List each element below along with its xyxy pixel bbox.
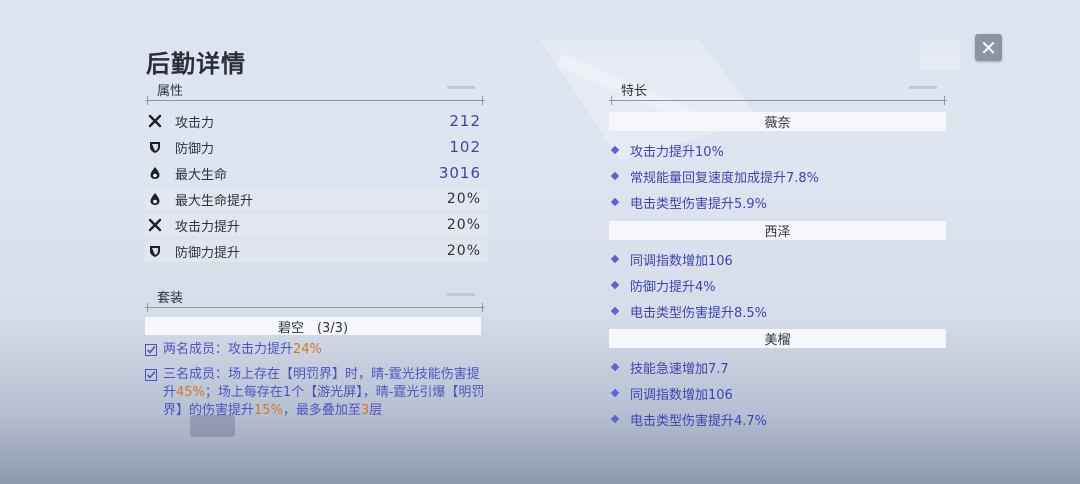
diamond-bullet-icon [610,414,620,424]
attribute-value: 20% [446,191,481,207]
diamond-bullet-icon [610,145,620,155]
set-bonus-three-piece: 三名成员：场上存在【明罚界】时，晴-霆光技能伤害提升45%；场上每存在1个【游光… [145,366,490,420]
attribute-row: 防御力提升 20% [145,240,487,262]
set-name-bar: 碧空 (3/3) [145,317,481,336]
attribute-name: 防御力 [175,141,215,157]
attribute-name: 最大生命 [175,167,228,183]
specialty-item: 攻击力提升10% [609,141,724,160]
attribute-name: 最大生命提升 [175,193,254,209]
specialty-text: 同调指数增加106 [630,387,733,403]
specialty-item: 电击类型伤害提升4.7% [609,410,768,429]
attribute-row: 攻击力 212 [145,110,487,132]
diamond-bullet-icon [610,306,620,316]
specialty-text: 电击类型伤害提升5.9% [630,196,768,212]
specialties-section-header: 特长 [609,82,947,105]
set-header-label: 套装 [157,291,184,306]
diamond-bullet-icon [610,171,620,181]
attribute-value: 212 [449,112,481,130]
specialty-text: 同调指数增加106 [630,253,733,269]
attribute-name: 防御力提升 [175,245,241,261]
specialty-text: 电击类型伤害提升4.7% [630,413,768,429]
checkbox-checked-icon [145,369,157,381]
droplet-icon [146,190,164,208]
specialty-text: 常规能量回复速度加成提升7.8% [630,170,820,186]
attribute-value: 3016 [438,164,481,182]
attribute-value: 20% [446,243,481,259]
character-name-bar: 薇奈 [609,112,946,131]
attribute-name: 攻击力 [175,115,215,131]
close-icon: ✕ [980,35,997,60]
specialty-item: 常规能量回复速度加成提升7.8% [609,167,820,186]
attribute-value: 20% [446,217,481,233]
specialty-text: 攻击力提升10% [630,144,724,160]
diamond-bullet-icon [610,362,620,372]
specialty-text: 技能急速增加7.7 [630,361,729,377]
specialty-item: 电击类型伤害提升5.9% [609,193,768,212]
diamond-bullet-icon [610,280,620,290]
attribute-value: 102 [449,138,481,156]
diamond-bullet-icon [610,388,620,398]
specialty-item: 技能急速增加7.7 [609,358,729,377]
checkbox-checked-icon [145,344,157,356]
crossed-swords-icon [146,216,164,234]
attribute-row: 最大生命 3016 [145,162,487,184]
character-name-bar: 西泽 [609,221,946,240]
diamond-bullet-icon [610,254,620,264]
attribute-row: 防御力 102 [145,136,487,158]
set-bonus-two-piece: 两名成员：攻击力提升24% [145,341,495,359]
attributes-header-label: 属性 [157,84,184,99]
specialties-header-label: 特长 [621,84,648,99]
set-section-header: 套装 [145,289,485,312]
specialty-item: 同调指数增加106 [609,384,733,403]
page-title: 后勤详情 [146,50,246,78]
specialty-text: 电击类型伤害提升8.5% [630,305,768,321]
close-button[interactable]: ✕ [975,34,1002,61]
attribute-name: 攻击力提升 [175,219,241,235]
attributes-section-header: 属性 [145,82,485,105]
shield-icon [146,242,164,260]
diamond-bullet-icon [610,197,620,207]
specialty-item: 防御力提升4% [609,276,716,295]
attribute-row: 攻击力提升 20% [145,214,487,236]
shield-icon [146,138,164,156]
droplet-icon [146,164,164,182]
specialty-item: 同调指数增加106 [609,250,733,269]
attribute-row: 最大生命提升 20% [145,188,487,210]
crossed-swords-icon [146,112,164,130]
specialty-item: 电击类型伤害提升8.5% [609,302,768,321]
character-name-bar: 美榴 [609,329,946,348]
specialty-text: 防御力提升4% [630,279,716,295]
